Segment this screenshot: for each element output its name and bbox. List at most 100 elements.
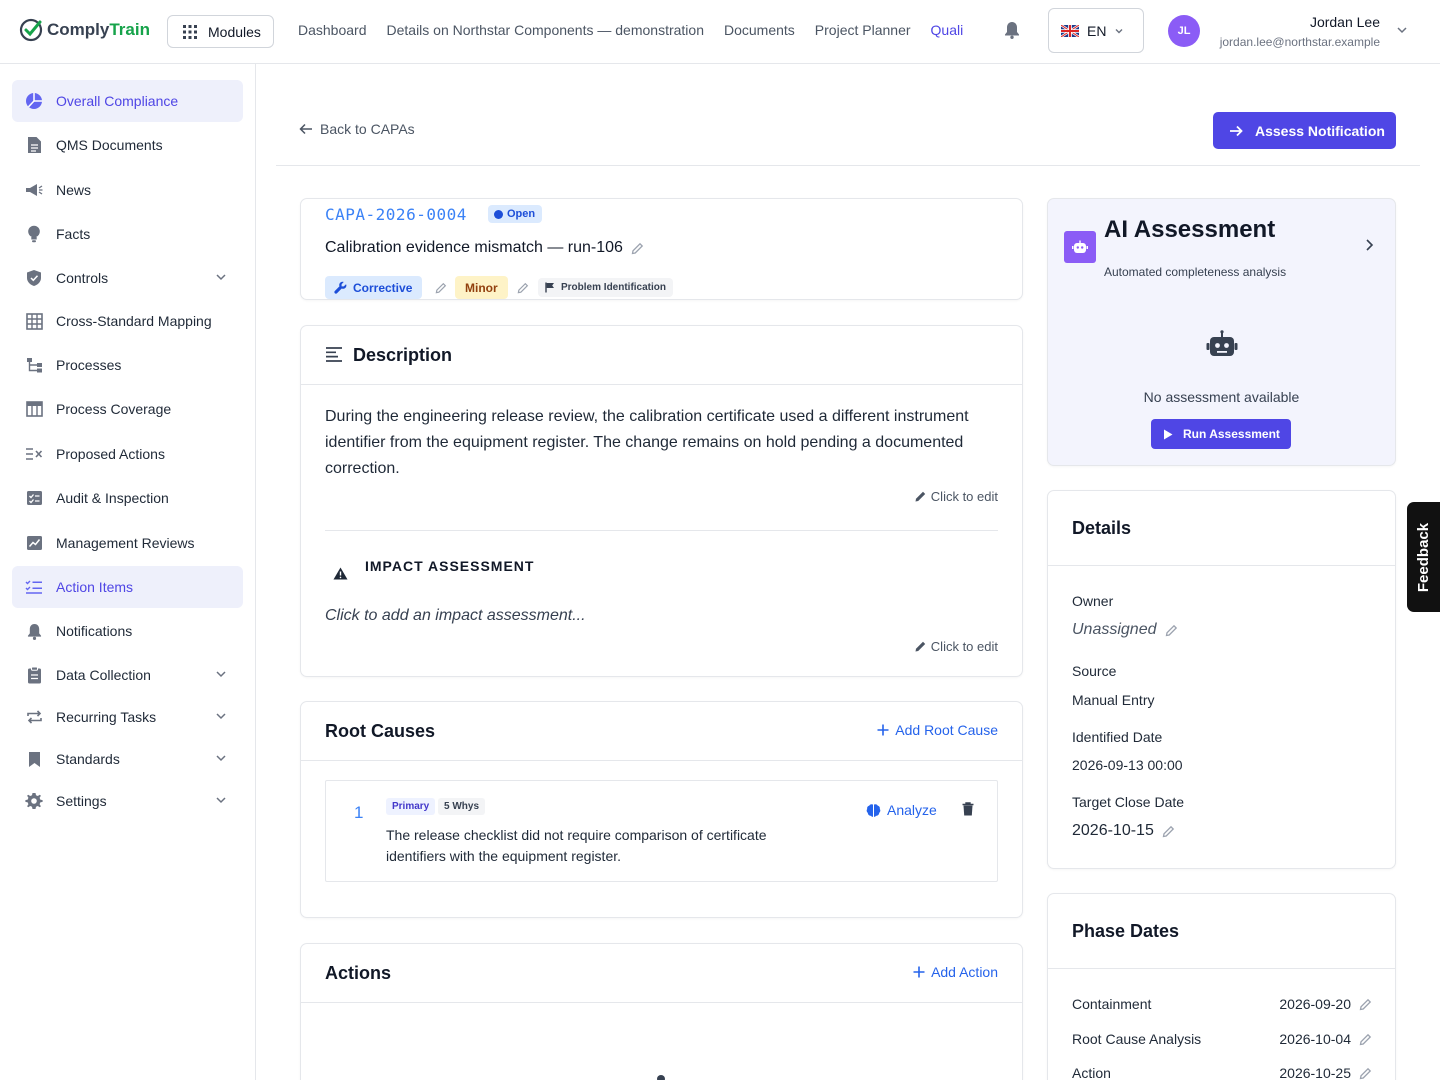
sidebar-item-qms-documents[interactable]: QMS Documents xyxy=(12,124,243,166)
sidebar-item-label: Cross-Standard Mapping xyxy=(56,313,212,329)
add-root-cause-button[interactable]: Add Root Cause xyxy=(877,722,998,738)
root-cause-number: 1 xyxy=(354,803,364,822)
edit-target-date-pencil-icon[interactable] xyxy=(1162,825,1175,838)
notifications-bell-icon[interactable] xyxy=(1004,21,1020,44)
sidebar-item-audit-inspection[interactable]: Audit & Inspection xyxy=(12,477,243,519)
table-icon xyxy=(25,400,43,418)
target-close-date-value[interactable]: 2026-10-15 xyxy=(1072,822,1175,840)
nav-dashboard[interactable]: Dashboard xyxy=(298,22,367,38)
chevron-down-icon[interactable] xyxy=(215,794,227,806)
add-action-button[interactable]: Add Action xyxy=(913,964,998,980)
owner-value[interactable]: Unassigned xyxy=(1072,621,1178,639)
description-text[interactable]: During the engineering release review, t… xyxy=(325,404,1005,482)
sidebar-item-data-collection[interactable]: Data Collection xyxy=(12,654,243,696)
root-cause-item[interactable]: 1 Primary 5 Whys The release checklist d… xyxy=(325,780,998,882)
status-label: Open xyxy=(507,208,536,220)
checklist-icon xyxy=(25,489,43,507)
pencil-icon xyxy=(915,641,925,652)
phase-date-text: 2026-10-25 xyxy=(1279,1065,1351,1080)
root-causes-card: Root Causes Add Root Cause 1 Primary 5 W… xyxy=(300,701,1023,918)
type-badge[interactable]: Corrective xyxy=(325,276,423,299)
root-cause-primary-badge: Primary xyxy=(386,798,436,815)
top-bar: Comply Train Modules Dashboard Details on… xyxy=(0,0,1440,64)
user-menu-chevron-icon[interactable] xyxy=(1396,24,1408,36)
sidebar-item-recurring-tasks[interactable]: Recurring Tasks xyxy=(12,696,243,738)
sidebar-item-label: Action Items xyxy=(56,579,134,595)
impact-divider xyxy=(325,530,998,531)
app-logo[interactable]: Comply Train xyxy=(18,17,150,43)
sidebar-item-label: Proposed Actions xyxy=(56,446,165,462)
chevron-down-icon[interactable] xyxy=(215,271,227,283)
sidebar-item-cross-standard-mapping[interactable]: Cross-Standard Mapping xyxy=(12,300,243,342)
edit-pencil-icon[interactable] xyxy=(1359,1067,1372,1080)
edit-pencil-icon[interactable] xyxy=(1359,1033,1372,1046)
chart-icon xyxy=(25,534,43,552)
description-card: Description During the engineering relea… xyxy=(300,325,1023,677)
edit-pencil-icon[interactable] xyxy=(1359,998,1372,1011)
sidebar-item-standards[interactable]: Standards xyxy=(12,738,243,780)
edit-pencil-icon[interactable] xyxy=(631,242,644,255)
analyze-button[interactable]: Analyze xyxy=(866,802,937,818)
language-selector[interactable]: EN xyxy=(1048,8,1144,53)
tasks-icon xyxy=(25,578,43,596)
user-avatar[interactable]: JL xyxy=(1168,15,1200,47)
sidebar-item-controls[interactable]: Controls xyxy=(12,257,243,299)
status-badge: Open xyxy=(488,205,543,223)
sidebar-item-management-reviews[interactable]: Management Reviews xyxy=(12,522,243,564)
type-label: Corrective xyxy=(353,280,413,295)
phase-date[interactable]: 2026-10-25 xyxy=(1279,1065,1372,1080)
phase-date[interactable]: 2026-09-20 xyxy=(1279,996,1372,1012)
sidebar-item-notifications[interactable]: Notifications xyxy=(12,610,243,652)
severity-badge[interactable]: Minor xyxy=(455,276,508,299)
ai-robot-badge-icon xyxy=(1064,231,1096,263)
trash-icon[interactable] xyxy=(962,802,974,816)
edit-severity-pencil-icon[interactable] xyxy=(517,282,529,294)
identified-date-label: Identified Date xyxy=(1072,729,1163,745)
capa-title-text: Calibration evidence mismatch — run-106 xyxy=(325,239,623,256)
phase-dates-divider xyxy=(1048,968,1395,969)
capa-title[interactable]: Calibration evidence mismatch — run-106 xyxy=(325,239,644,257)
edit-description-link[interactable]: Click to edit xyxy=(914,489,998,504)
click-to-edit-label: Click to edit xyxy=(930,489,998,504)
sidebar-item-news[interactable]: News xyxy=(12,169,243,211)
description-divider xyxy=(301,384,1022,385)
edit-impact-link[interactable]: Click to edit xyxy=(914,639,998,654)
nav-quality[interactable]: Quali xyxy=(931,22,964,38)
chevron-right-icon[interactable] xyxy=(1364,238,1374,252)
chevron-down-icon[interactable] xyxy=(215,710,227,722)
phase-date[interactable]: 2026-10-04 xyxy=(1279,1031,1372,1047)
sidebar-item-action-items[interactable]: Action Items xyxy=(12,566,243,608)
analyze-label: Analyze xyxy=(887,802,937,818)
language-label: EN xyxy=(1087,22,1107,39)
nav-project-details[interactable]: Details on Northstar Components — demons… xyxy=(387,22,704,38)
sidebar-item-process-coverage[interactable]: Process Coverage xyxy=(12,388,243,430)
modules-button[interactable]: Modules xyxy=(167,15,274,48)
logo-text-part2: Train xyxy=(109,20,150,39)
assess-notification-button[interactable]: Assess Notification xyxy=(1213,112,1396,149)
edit-type-pencil-icon[interactable] xyxy=(435,282,447,294)
actions-card: Actions Add Action xyxy=(300,943,1023,1080)
sidebar-item-label: Recurring Tasks xyxy=(56,709,157,725)
chevron-down-icon[interactable] xyxy=(215,752,227,764)
megaphone-icon xyxy=(25,181,43,199)
impact-assessment-placeholder[interactable]: Click to add an impact assessment... xyxy=(325,607,586,625)
user-name[interactable]: Jordan Lee xyxy=(1310,14,1380,30)
back-label: Back to CAPAs xyxy=(320,121,415,137)
sidebar-item-label: Management Reviews xyxy=(56,535,195,551)
sidebar-item-overall-compliance[interactable]: Overall Compliance xyxy=(12,80,243,122)
wrench-icon xyxy=(334,281,347,294)
run-assessment-button[interactable]: Run Assessment xyxy=(1151,419,1291,449)
process-icon xyxy=(25,356,43,374)
sidebar-item-settings[interactable]: Settings xyxy=(12,780,243,822)
target-close-date-text: 2026-10-15 xyxy=(1072,822,1154,839)
back-to-capas-link[interactable]: Back to CAPAs xyxy=(299,121,415,137)
sidebar-item-proposed-actions[interactable]: Proposed Actions xyxy=(12,433,243,475)
nav-documents[interactable]: Documents xyxy=(724,22,795,38)
feedback-tab[interactable]: Feedback xyxy=(1407,502,1440,612)
chevron-down-icon[interactable] xyxy=(215,668,227,680)
sidebar-item-processes[interactable]: Processes xyxy=(12,344,243,386)
phase-row-action: Action 2026-10-25 xyxy=(1072,1065,1372,1080)
sidebar-item-facts[interactable]: Facts xyxy=(12,213,243,255)
nav-project-planner[interactable]: Project Planner xyxy=(815,22,911,38)
edit-owner-pencil-icon[interactable] xyxy=(1165,624,1178,637)
